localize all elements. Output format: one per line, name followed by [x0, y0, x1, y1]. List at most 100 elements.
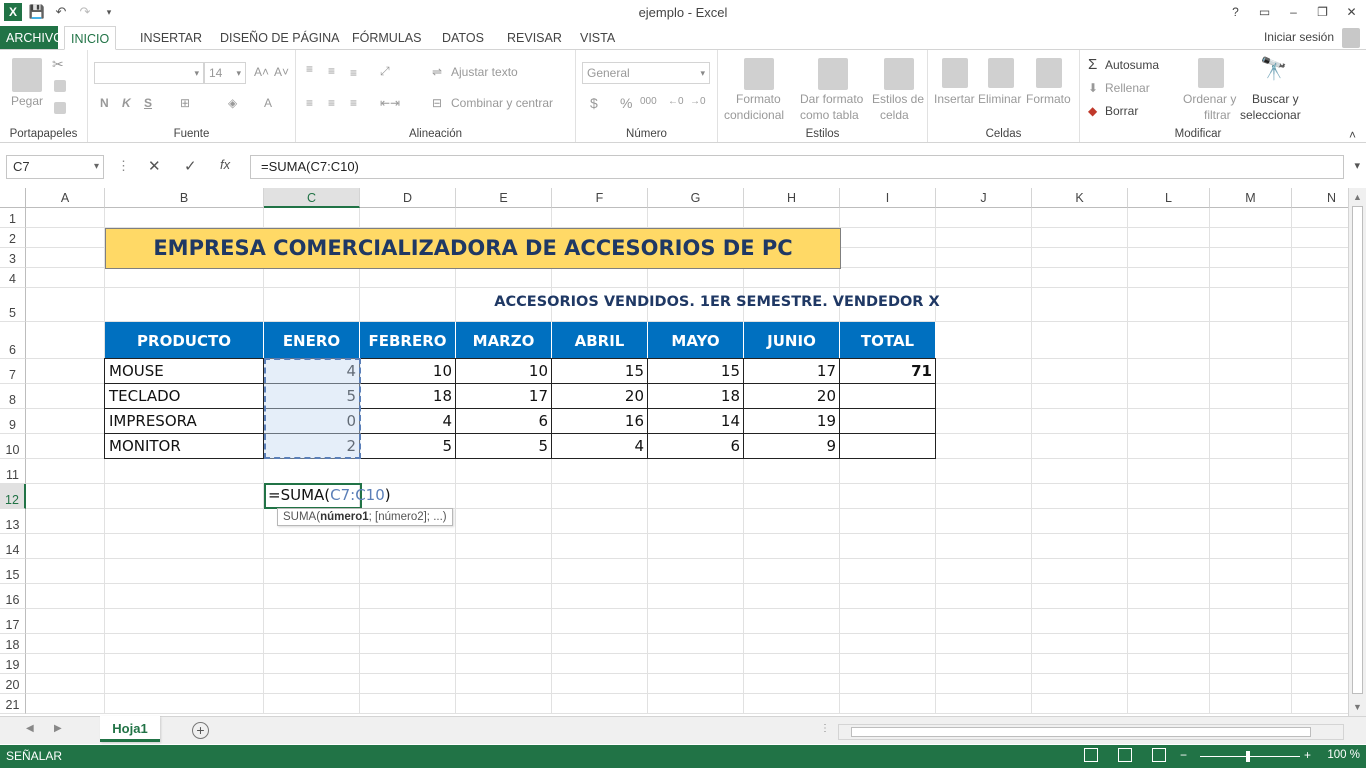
fill-button[interactable]: Rellenar	[1105, 81, 1150, 95]
format-painter-icon[interactable]	[54, 102, 66, 114]
paste-button[interactable]: Pegar	[11, 94, 43, 108]
table-cell[interactable]: 18	[648, 384, 744, 409]
tab-page-layout[interactable]: DISEÑO DE PÁGINA	[214, 26, 345, 50]
table-cell[interactable]: MONITOR	[105, 434, 264, 459]
selected-range[interactable]	[264, 358, 361, 459]
zoom-level[interactable]: 100 %	[1327, 749, 1360, 761]
cut-icon[interactable]: ✂	[52, 56, 64, 73]
align-top-icon[interactable]: ≡	[306, 62, 313, 76]
row-header-5[interactable]: 5	[0, 288, 26, 322]
table-cell[interactable]: IMPRESORA	[105, 409, 264, 434]
column-header-j[interactable]: J	[936, 188, 1032, 208]
row-header-2[interactable]: 2	[0, 228, 26, 248]
table-cell[interactable]: 19	[744, 409, 840, 434]
column-header-f[interactable]: F	[552, 188, 648, 208]
paste-icon[interactable]	[12, 58, 42, 92]
thousands-button[interactable]: 000	[640, 96, 657, 107]
table-cell[interactable]	[840, 434, 936, 459]
row-header-17[interactable]: 17	[0, 609, 26, 634]
table-cell[interactable]: 15	[648, 359, 744, 384]
font-size-select[interactable]: 14	[204, 62, 246, 84]
zoom-out-icon[interactable]: −	[1180, 748, 1187, 762]
tooltip-function[interactable]: SUMA(	[283, 511, 320, 523]
sort-filter-icon[interactable]	[1198, 58, 1224, 88]
table-cell[interactable]: 4	[360, 409, 456, 434]
row-header-7[interactable]: 7	[0, 359, 26, 384]
column-header-h[interactable]: H	[744, 188, 840, 208]
align-left-icon[interactable]: ≡	[306, 96, 313, 110]
row-header-19[interactable]: 19	[0, 654, 26, 674]
table-cell[interactable]: 15	[552, 359, 648, 384]
conditional-format-button[interactable]: Formato	[736, 92, 781, 106]
in-cell-formula[interactable]: =SUMA(C7:C10)	[268, 484, 391, 506]
percent-button[interactable]: %	[620, 95, 632, 111]
table-cell[interactable]: 17	[456, 384, 552, 409]
font-color-icon[interactable]: A	[264, 96, 272, 110]
clear-button[interactable]: Borrar	[1105, 104, 1138, 118]
column-header-k[interactable]: K	[1032, 188, 1128, 208]
name-box[interactable]: C7	[6, 155, 104, 179]
collapse-ribbon-icon[interactable]: ˄	[1349, 128, 1356, 142]
table-header-cell[interactable]: FEBRERO	[360, 322, 456, 359]
format-table-button[interactable]: Dar formato	[800, 92, 863, 106]
row-header-11[interactable]: 11	[0, 459, 26, 484]
cell-styles-button-2[interactable]: celda	[880, 108, 909, 122]
select-all-button[interactable]	[0, 188, 26, 208]
format-cells-icon[interactable]	[1036, 58, 1062, 88]
table-cell[interactable]: TECLADO	[105, 384, 264, 409]
increase-decimal-icon[interactable]: ←0	[668, 96, 684, 107]
cell-styles-button[interactable]: Estilos de	[872, 92, 924, 106]
align-center-icon[interactable]: ≡	[328, 96, 335, 110]
table-header-cell[interactable]: TOTAL	[840, 322, 936, 359]
function-tooltip[interactable]: SUMA(número1; [número2]; ...)	[277, 508, 453, 526]
wrap-text-button[interactable]: Ajustar texto	[451, 65, 518, 79]
ribbon-display-button[interactable]: ▭	[1250, 0, 1279, 24]
table-cell[interactable]: 4	[552, 434, 648, 459]
shrink-font-icon[interactable]: A˅	[274, 65, 289, 79]
find-select-button[interactable]: Buscar y	[1252, 92, 1299, 106]
tab-home[interactable]: INICIO	[64, 26, 117, 50]
format-table-icon[interactable]	[818, 58, 848, 90]
table-cell[interactable]: 6	[648, 434, 744, 459]
row-header-20[interactable]: 20	[0, 674, 26, 694]
align-bottom-icon[interactable]: ≡	[350, 66, 357, 80]
row-header-3[interactable]: 3	[0, 248, 26, 268]
sign-in-link[interactable]: Iniciar sesión	[1264, 30, 1334, 44]
table-cell[interactable]: 17	[744, 359, 840, 384]
tab-data[interactable]: DATOS	[436, 26, 490, 50]
confirm-entry-icon[interactable]: ✓	[184, 157, 197, 175]
column-header-i[interactable]: I	[840, 188, 936, 208]
insert-cells-button[interactable]: Insertar	[934, 92, 975, 106]
orientation-icon[interactable]: ⤢	[380, 64, 390, 79]
prev-sheet-icon[interactable]: ◀	[26, 723, 34, 734]
merge-icon[interactable]: ⊟	[432, 96, 442, 110]
cell-styles-icon[interactable]	[884, 58, 914, 90]
table-cell[interactable]: 14	[648, 409, 744, 434]
table-cell[interactable]: 20	[552, 384, 648, 409]
tab-file[interactable]: ARCHIVO	[0, 26, 63, 50]
account-icon[interactable]	[1342, 28, 1360, 48]
close-button[interactable]: ✕	[1337, 0, 1366, 24]
table-header-cell[interactable]: JUNIO	[744, 322, 840, 359]
minimize-button[interactable]: –	[1279, 0, 1308, 24]
tab-review[interactable]: REVISAR	[501, 26, 568, 50]
italic-button[interactable]: K	[122, 96, 131, 110]
wrap-text-icon[interactable]: ⇌	[432, 65, 442, 79]
autosum-icon[interactable]: Σ	[1088, 56, 1097, 73]
help-button[interactable]: ?	[1221, 0, 1250, 24]
row-header-21[interactable]: 21	[0, 694, 26, 714]
row-header-4[interactable]: 4	[0, 268, 26, 288]
sort-filter-button[interactable]: Ordenar y	[1183, 92, 1236, 106]
formula-input[interactable]: =SUMA(C7:C10)	[250, 155, 1344, 179]
row-header-14[interactable]: 14	[0, 534, 26, 559]
sort-filter-button-2[interactable]: filtrar	[1204, 108, 1231, 122]
table-cell[interactable]	[840, 409, 936, 434]
table-cell[interactable]: 10	[456, 359, 552, 384]
column-header-b[interactable]: B	[105, 188, 264, 208]
column-header-a[interactable]: A	[26, 188, 105, 208]
delete-cells-icon[interactable]	[988, 58, 1014, 88]
currency-button[interactable]: $	[590, 95, 598, 111]
conditional-format-button-2[interactable]: condicional	[724, 108, 784, 122]
cancel-entry-icon[interactable]: ✕	[148, 157, 161, 175]
scroll-up-icon[interactable]: ▲	[1353, 192, 1362, 202]
